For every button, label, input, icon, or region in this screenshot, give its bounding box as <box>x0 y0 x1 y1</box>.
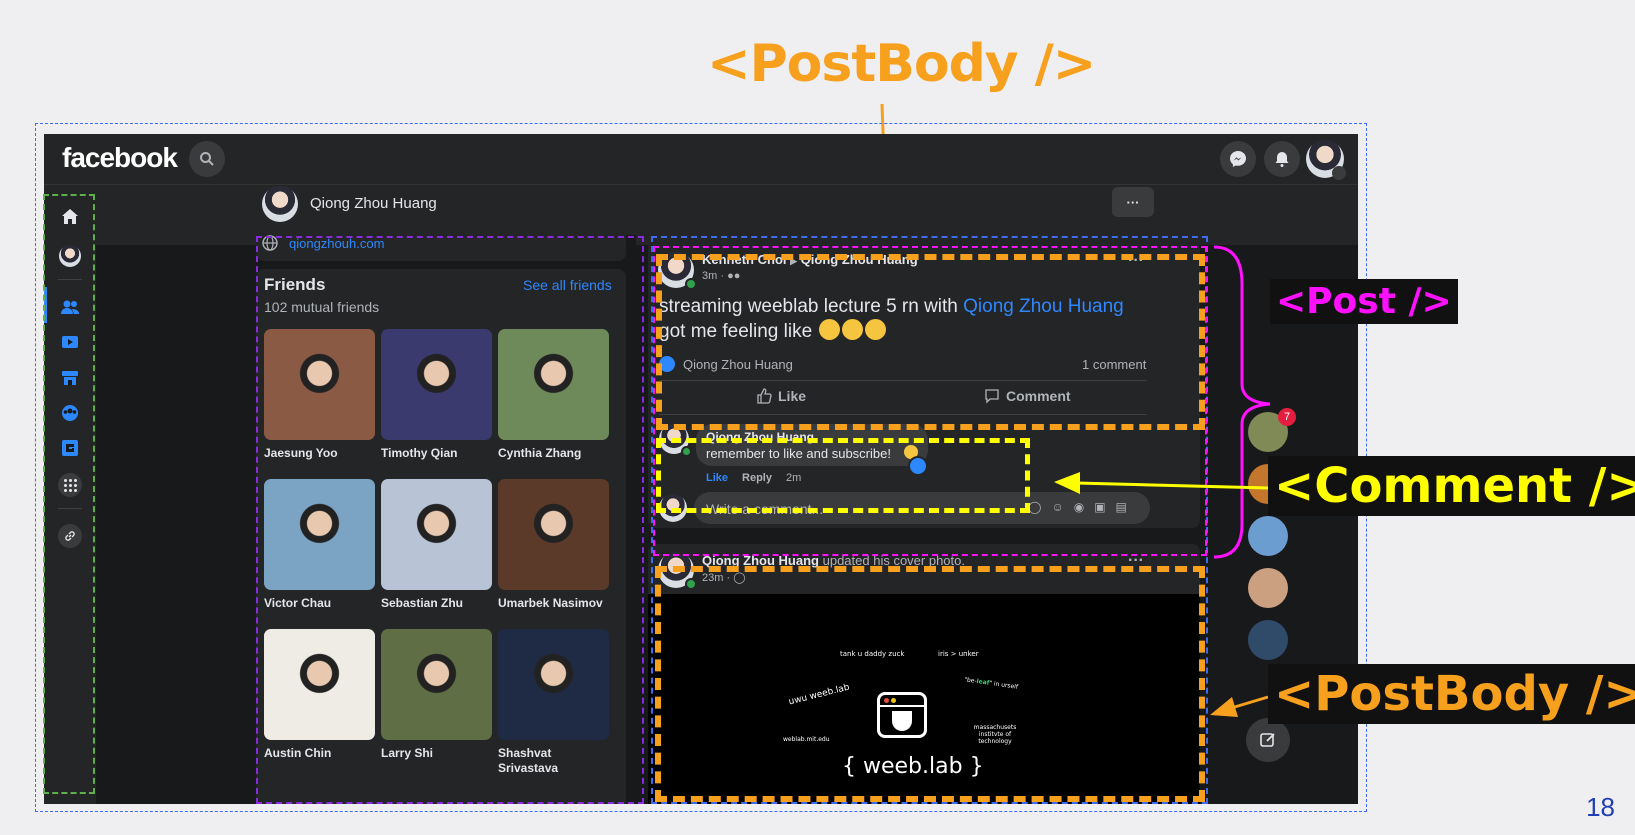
profile-name[interactable]: Qiong Zhou Huang <box>310 195 437 212</box>
postbody-label: <PostBody /> <box>1268 664 1635 724</box>
contact-avatar[interactable] <box>1248 620 1288 660</box>
contact-avatar[interactable] <box>1248 568 1288 608</box>
top-bar: facebook <box>44 134 1358 185</box>
postbody-highlight <box>655 566 1205 802</box>
profile-avatar[interactable] <box>262 186 298 222</box>
sidebar-highlight <box>43 194 95 794</box>
more-options-button[interactable]: ··· <box>1112 187 1154 217</box>
chevron-down-icon[interactable] <box>1332 166 1346 180</box>
comment-highlight <box>656 438 1030 513</box>
postbody-highlight <box>656 254 1205 430</box>
postbody-title: <PostBody /> <box>707 34 1096 94</box>
comment-arrow <box>1054 472 1269 494</box>
page-number: 18 <box>1586 792 1615 822</box>
search-icon[interactable] <box>189 141 225 177</box>
left-column-highlight <box>256 236 644 804</box>
comment-label: <Comment /> <box>1268 456 1635 516</box>
facebook-logo[interactable]: facebook <box>62 142 178 174</box>
compose-icon <box>1260 733 1275 747</box>
messenger-icon[interactable] <box>1220 141 1256 177</box>
post-label: <Post /> <box>1270 279 1458 324</box>
postbody-arrow <box>1210 695 1269 717</box>
notifications-icon[interactable] <box>1264 141 1300 177</box>
